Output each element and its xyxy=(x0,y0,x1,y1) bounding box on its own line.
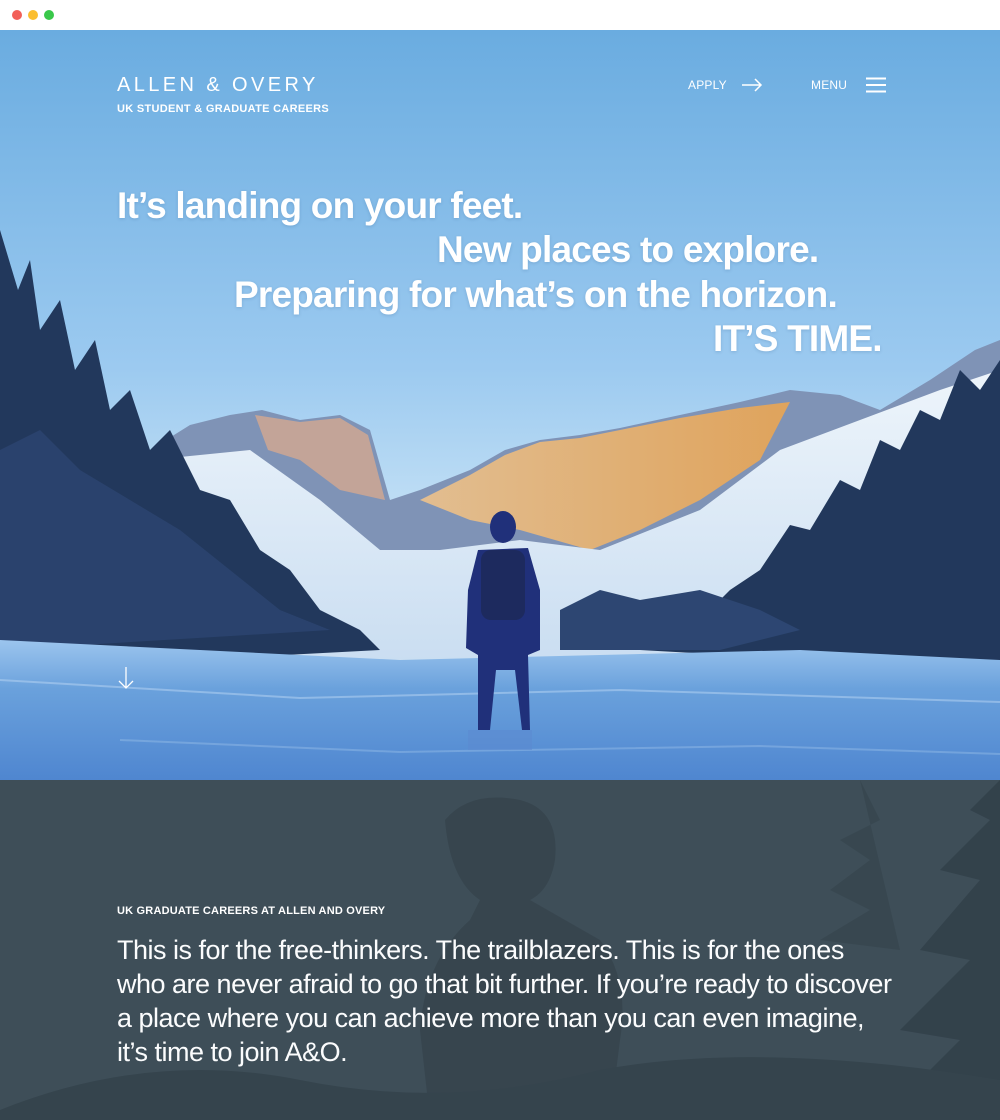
section-eyebrow: UK GRADUATE CAREERS AT ALLEN AND OVERY xyxy=(117,905,386,917)
close-window-button[interactable] xyxy=(12,10,22,20)
window-titlebar xyxy=(0,0,1000,30)
hamburger-icon xyxy=(866,77,887,93)
intro-paragraph: This is for the free-thinkers. The trail… xyxy=(117,935,892,1067)
menu-button[interactable]: MENU xyxy=(811,77,887,93)
minimize-window-button[interactable] xyxy=(28,10,38,20)
maximize-window-button[interactable] xyxy=(44,10,54,20)
hero-line-1: It’s landing on your feet. xyxy=(117,185,523,226)
hero-line-2: New places to explore. xyxy=(437,229,819,270)
brand-subtitle: UK STUDENT & GRADUATE CAREERS xyxy=(117,103,330,115)
hero-section: ALLEN & OVERY UK STUDENT & GRADUATE CARE… xyxy=(0,30,1000,780)
intro-section: UK GRADUATE CAREERS AT ALLEN AND OVERY T… xyxy=(0,780,1000,1120)
menu-label: MENU xyxy=(811,78,848,92)
hero-background-image xyxy=(0,30,1000,780)
apply-label: APPLY xyxy=(688,78,727,92)
hero-line-3: Preparing for what’s on the horizon. xyxy=(234,274,838,315)
site-logo[interactable]: ALLEN & OVERY UK STUDENT & GRADUATE CARE… xyxy=(117,74,329,115)
scroll-down-button[interactable] xyxy=(117,666,135,695)
brand-name: ALLEN & OVERY xyxy=(117,74,319,96)
apply-button[interactable]: APPLY xyxy=(688,78,763,92)
arrow-right-icon xyxy=(741,78,762,92)
hero-line-4: IT’S TIME. xyxy=(713,318,883,359)
arrow-down-icon xyxy=(118,667,134,689)
